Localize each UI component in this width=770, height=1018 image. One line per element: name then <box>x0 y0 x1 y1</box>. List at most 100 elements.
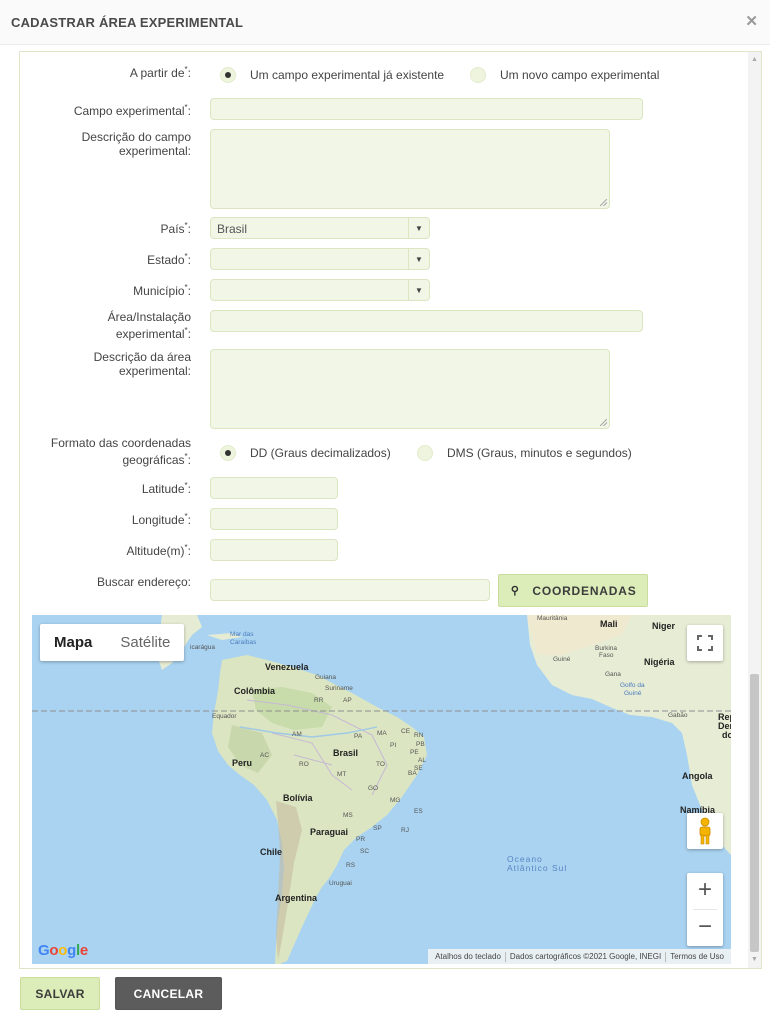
map-view[interactable]: Mapa Satélite + − Google Atalhos do tecl… <box>32 615 731 964</box>
map-label-ms: MS <box>343 812 353 819</box>
map-label-mar-das-1: Mar das <box>230 631 254 638</box>
map-label-argentina: Argentina <box>275 893 318 903</box>
address-search-input[interactable] <box>210 579 490 601</box>
origin-label: A partir de*: <box>129 65 191 80</box>
map-label-pa: PA <box>354 733 363 740</box>
cancel-button[interactable]: CANCELAR <box>115 977 222 1010</box>
map-label-peru: Peru <box>232 758 253 768</box>
coord-format-dd-label: DD (Graus decimalizados) <box>250 446 391 460</box>
map-label-pi: PI <box>390 742 397 749</box>
longitude-label: Longitude*: <box>131 512 191 527</box>
map-label-ap: AP <box>343 697 352 704</box>
map-label-to: TO <box>376 761 385 768</box>
chevron-down-icon: ▼ <box>408 218 429 238</box>
coordinates-button[interactable]: ⚲ COORDENADAS <box>498 574 648 607</box>
map-label-pr: PR <box>356 836 366 843</box>
zoom-out-button[interactable]: − <box>687 910 723 946</box>
coord-format-option-dd[interactable]: DD (Graus decimalizados) <box>220 445 391 461</box>
field-name-input[interactable] <box>210 98 643 120</box>
radio-new[interactable] <box>470 67 486 83</box>
country-value: Brasil <box>217 222 248 236</box>
longitude-input[interactable] <box>210 508 338 530</box>
chevron-down-icon: ▼ <box>408 280 429 300</box>
map-label-brasil: Brasil <box>333 748 359 758</box>
radio-existing[interactable] <box>220 67 236 83</box>
map-label-am: AM <box>292 731 302 738</box>
map-label-pb: PB <box>416 741 425 748</box>
coord-format-dms-label: DMS (Graus, minutos e segundos) <box>447 446 632 460</box>
origin-option-new-label: Um novo campo experimental <box>500 68 660 82</box>
map-type-map[interactable]: Mapa <box>40 624 106 661</box>
map-label-mar-das-2: Caraíbas <box>230 639 257 646</box>
map-type-satellite[interactable]: Satélite <box>106 624 184 661</box>
origin-option-new[interactable]: Um novo campo experimental <box>470 67 659 83</box>
map-label-rj: RJ <box>401 827 409 834</box>
dialog-header: CADASTRAR ÁREA EXPERIMENTAL ✕ <box>0 0 770 45</box>
save-button[interactable]: SALVAR <box>20 977 100 1010</box>
area-description-textarea[interactable] <box>210 349 610 429</box>
origin-option-existing[interactable]: Um campo experimental já existente <box>220 67 444 83</box>
pegman-glyph <box>699 817 711 845</box>
latitude-input[interactable] <box>210 477 338 499</box>
map-label-rep-3: do <box>722 730 731 740</box>
map-label-angola: Angola <box>682 771 713 781</box>
country-select[interactable]: Brasil ▼ <box>210 217 430 239</box>
map-label-go: GO <box>368 785 379 792</box>
address-search-label: Buscar endereço: <box>96 575 191 589</box>
scrollbar-thumb[interactable] <box>750 674 759 952</box>
terms-link[interactable]: Termos de Uso <box>666 952 728 961</box>
field-description-textarea[interactable] <box>210 129 610 209</box>
close-icon[interactable]: ✕ <box>745 12 758 30</box>
map-label-gana: Gana <box>605 671 621 678</box>
city-label: Município*: <box>133 283 191 298</box>
map-label-al: AL <box>418 757 426 764</box>
map-label-ba: BA <box>408 770 417 777</box>
map-label-ac: AC <box>260 752 270 759</box>
city-select[interactable]: ▼ <box>210 279 430 301</box>
state-select[interactable]: ▼ <box>210 248 430 270</box>
radio-dms[interactable] <box>417 445 433 461</box>
fullscreen-icon[interactable] <box>687 625 723 661</box>
resize-grip-icon[interactable] <box>600 199 607 206</box>
keyboard-shortcuts-link[interactable]: Atalhos do teclado <box>431 952 505 961</box>
form-panel: A partir de*: Um campo experimental já e… <box>19 51 762 969</box>
map-label-guine: Guiné <box>553 656 571 663</box>
map-label-ma: MA <box>377 730 387 737</box>
map-data-text: Dados cartográficos ©2021 Google, INEGI <box>509 952 662 961</box>
map-label-ro: RO <box>299 761 309 768</box>
map-label-golfo-1: Golfo da <box>620 682 645 689</box>
zoom-controls: + − <box>687 873 723 946</box>
panel-scrollbar[interactable]: ▲ ▼ <box>748 52 761 968</box>
altitude-input[interactable] <box>210 539 338 561</box>
state-label: Estado*: <box>147 252 191 267</box>
zoom-in-button[interactable]: + <box>687 873 723 909</box>
country-label: País*: <box>160 221 191 236</box>
map-label-ocean-2: Atlântico Sul <box>507 863 568 873</box>
map-label-colombia: Colômbia <box>234 686 276 696</box>
map-label-niger: Niger <box>652 621 676 631</box>
fullscreen-glyph <box>697 635 713 651</box>
map-label-pe: PE <box>410 749 419 756</box>
scroll-up-icon[interactable]: ▲ <box>748 54 761 66</box>
radio-dd[interactable] <box>220 445 236 461</box>
coord-format-label: Formato das coordenadas geográficas*: <box>50 436 191 467</box>
map-label-bolivia: Bolívia <box>283 793 313 803</box>
map-attribution: Atalhos do teclado Dados cartográficos ©… <box>428 949 731 964</box>
field-description-label: Descrição do campo experimental: <box>81 130 191 158</box>
dialog-title: CADASTRAR ÁREA EXPERIMENTAL <box>11 15 244 30</box>
map-label-rs: RS <box>346 862 356 869</box>
map-label-burkina-1: Burkina <box>595 645 618 652</box>
map-label-mt: MT <box>337 771 347 778</box>
map-type-toggle[interactable]: Mapa Satélite <box>40 624 185 661</box>
area-name-input[interactable] <box>210 310 643 332</box>
map-label-namibia: Namíbia <box>680 805 716 815</box>
coord-format-option-dms[interactable]: DMS (Graus, minutos e segundos) <box>417 445 632 461</box>
map-label-sp: SP <box>373 825 382 832</box>
resize-grip-icon[interactable] <box>600 419 607 426</box>
map-label-es: ES <box>414 808 423 815</box>
area-name-label: Área/Instalação experimental*: <box>107 310 191 341</box>
map-label-mauritania: Mauritânia <box>537 615 568 622</box>
scroll-down-icon[interactable]: ▼ <box>748 954 761 966</box>
pegman-icon[interactable] <box>687 813 723 849</box>
map-label-sc: SC <box>360 848 370 855</box>
